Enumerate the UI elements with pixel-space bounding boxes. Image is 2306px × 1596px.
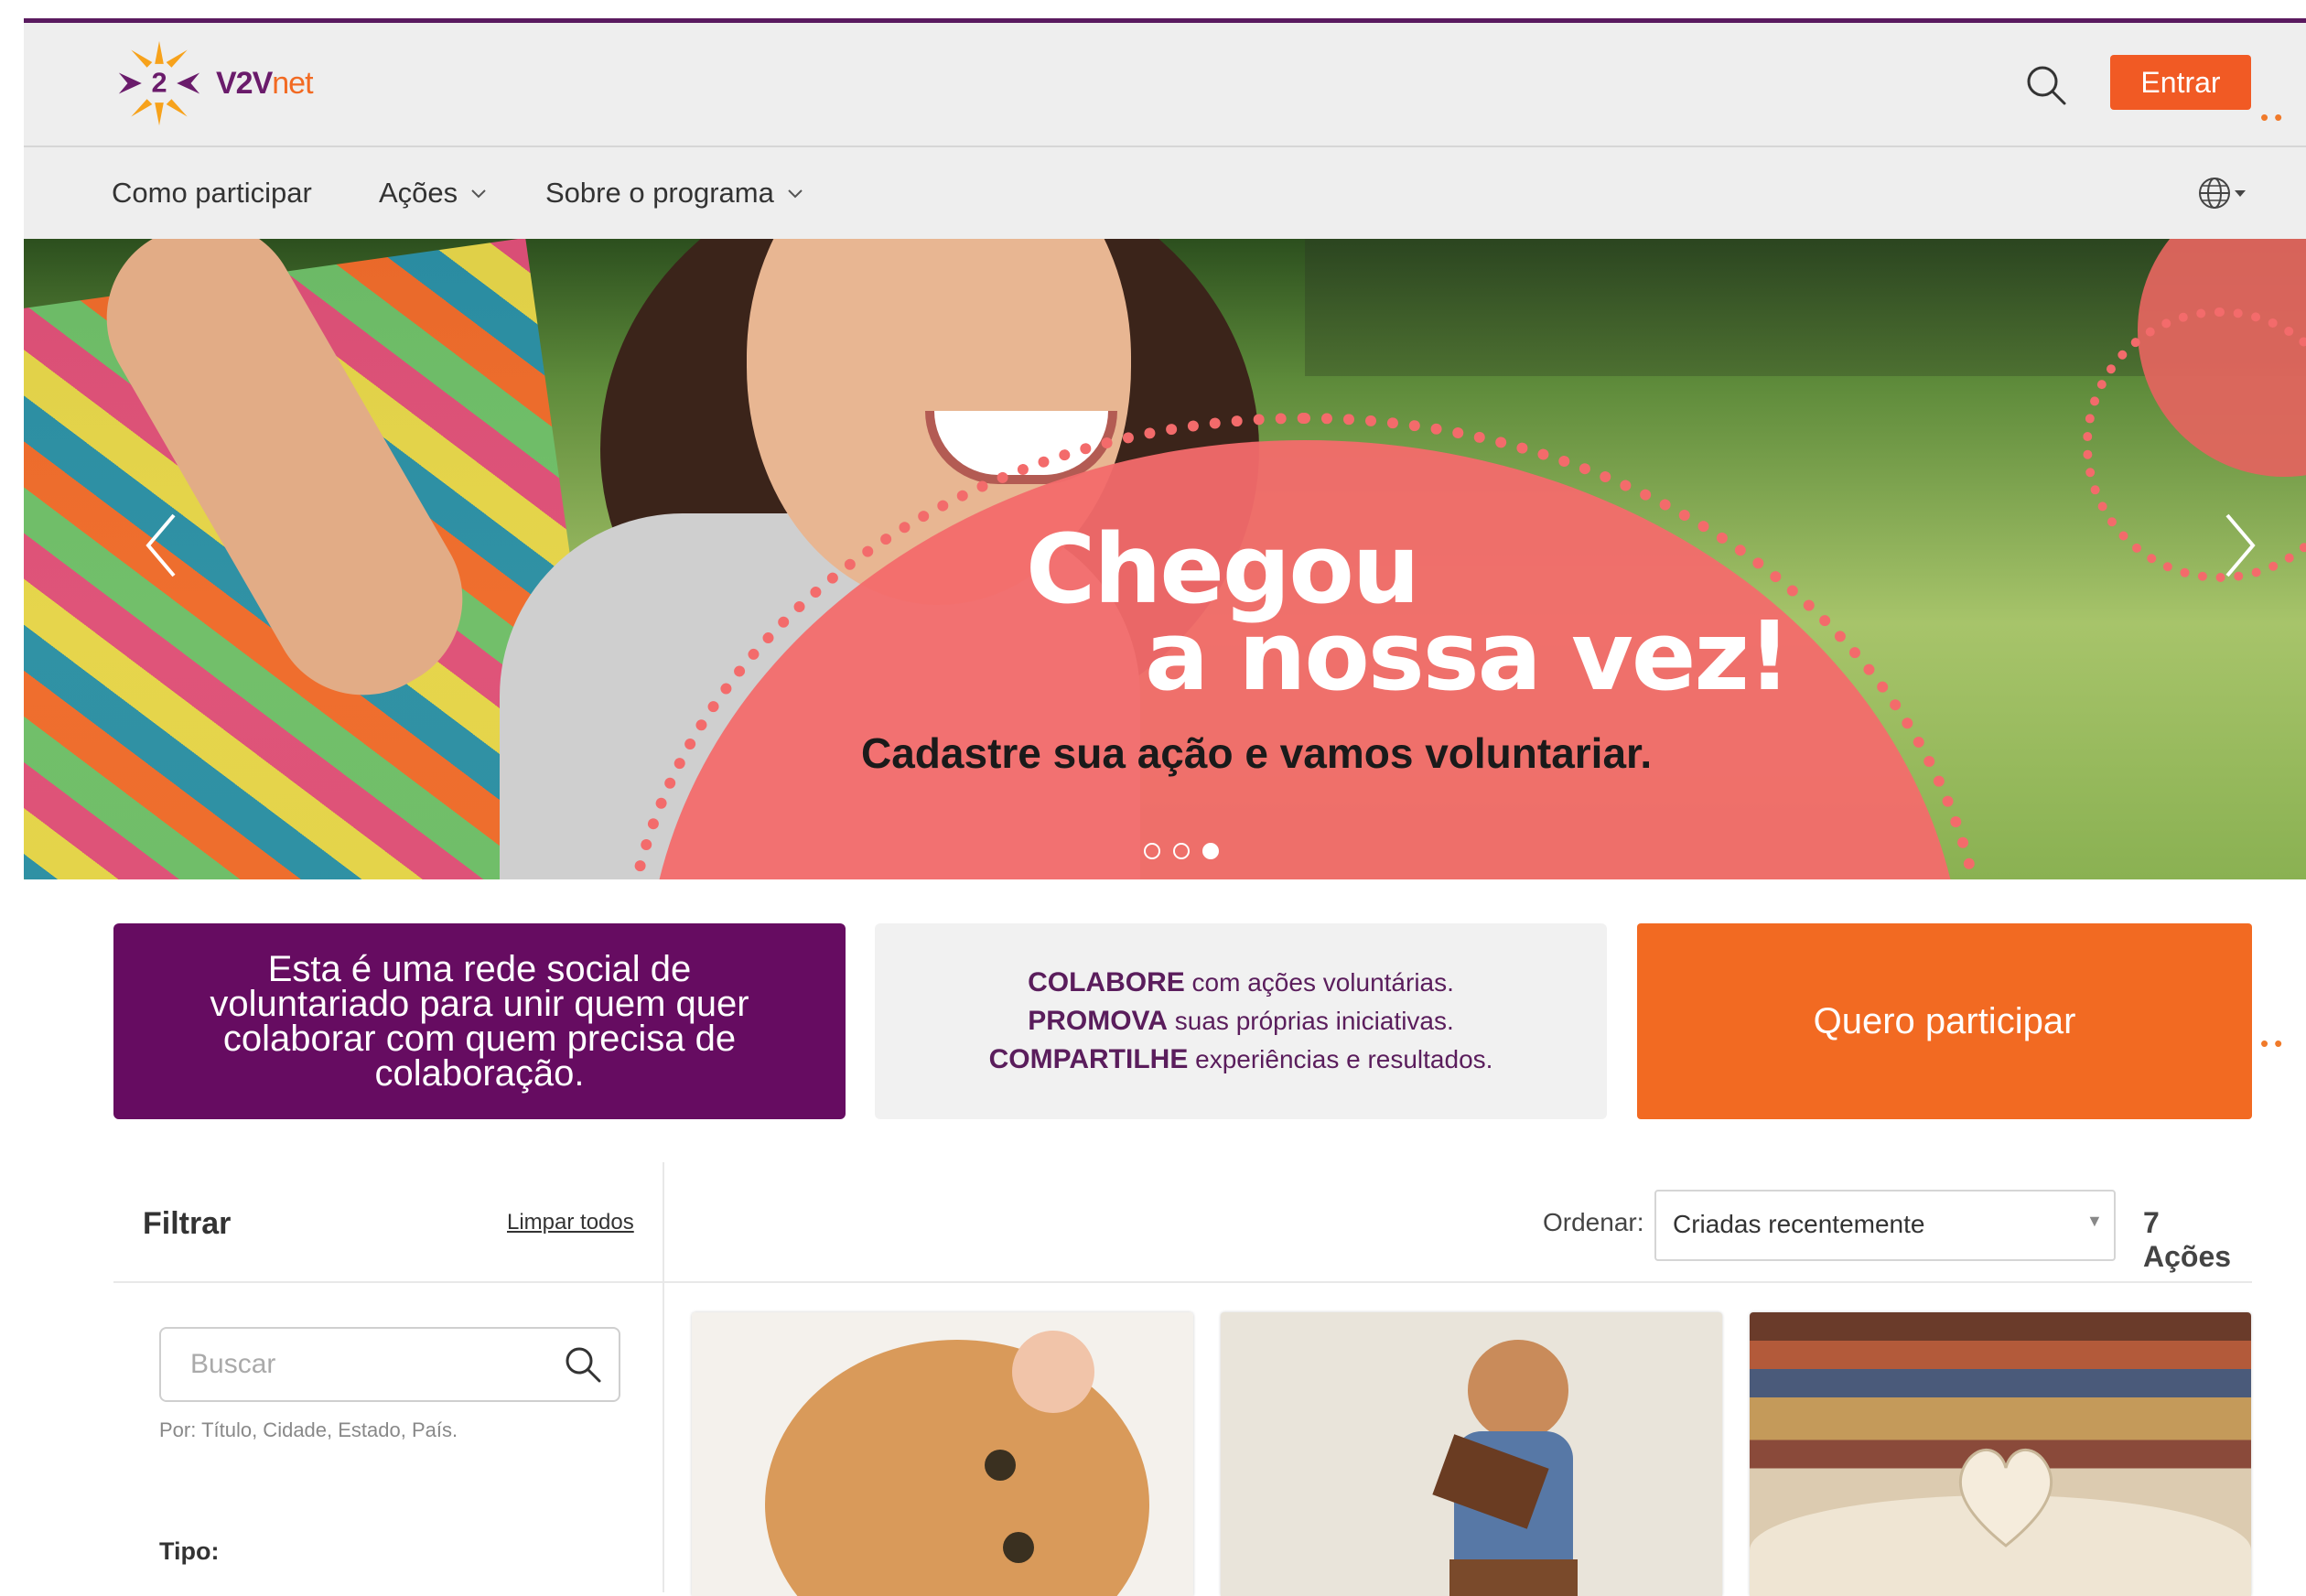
nav-item-como-participar[interactable]: Como participar [112, 177, 312, 210]
sort-bar: Ordenar: Criadas recentemente ▼ 7 Ações [664, 1162, 2252, 1283]
caret-down-icon [2235, 190, 2246, 197]
header: 2 V2Vnet Entrar •• [24, 23, 2306, 147]
action-card-image[interactable] [1750, 1312, 2251, 1596]
features-card: COLABORE com ações voluntárias. PROMOVA … [875, 923, 1607, 1119]
feature-keyword: PROMOVA [1028, 1006, 1168, 1036]
nav-item-sobre-o-programa[interactable]: Sobre o programa [545, 177, 803, 210]
caret-down-icon: ▼ [2086, 1212, 2103, 1230]
filter-type-label: Tipo: [159, 1537, 220, 1565]
results-count: 7 Ações [2143, 1206, 2232, 1273]
carousel-dot[interactable] [1173, 843, 1190, 859]
filter-title: Filtrar [143, 1206, 232, 1241]
feature-line: COLABORE com ações voluntárias. [1028, 967, 1454, 998]
intro-card: Esta é uma rede social de voluntariado p… [113, 923, 846, 1119]
decorative-dots: •• [2260, 103, 2289, 131]
feature-text: experiências e resultados. [1188, 1045, 1493, 1073]
svg-text:2: 2 [151, 67, 167, 99]
carousel-prev-button[interactable] [135, 504, 190, 587]
page: 2 V2Vnet Entrar •• Como participar Ações… [24, 0, 2306, 1596]
sort-selected-value: Criadas recentemente [1673, 1210, 1925, 1238]
filter-search-button[interactable] [560, 1342, 606, 1387]
logo-text: V2Vnet [216, 65, 314, 101]
hero-subtitle: Cadastre sua ação e vamos voluntariar. [861, 729, 1653, 777]
clear-all-filters-link[interactable]: Limpar todos [507, 1210, 634, 1235]
login-button[interactable]: Entrar [2110, 55, 2251, 110]
girl-head [1468, 1340, 1568, 1440]
search-icon [566, 1347, 601, 1383]
sort-label: Ordenar: [1543, 1208, 1644, 1236]
carousel-dot[interactable] [1144, 843, 1160, 859]
chevron-right-icon [2225, 513, 2256, 577]
filter-search-box [159, 1327, 620, 1402]
hero-carousel: Chegou a nossa vez! Cadastre sua ação e … [24, 239, 2306, 879]
chevron-down-icon [788, 189, 803, 199]
search-icon [2027, 66, 2066, 105]
filter-search-input[interactable] [189, 1345, 540, 1384]
chevron-left-icon [145, 513, 176, 577]
feature-text: suas próprias iniciativas. [1167, 1007, 1454, 1035]
globe-icon [2199, 178, 2230, 209]
action-card-image[interactable] [1221, 1312, 1722, 1596]
feature-keyword: COMPARTILHE [988, 1044, 1189, 1074]
logo-sun-icon: 2 [118, 40, 200, 126]
nav-item-label: Ações [379, 177, 458, 209]
language-selector[interactable] [2196, 175, 2247, 211]
decorative-dots: •• [2260, 1030, 2289, 1057]
heart-icon [1958, 1449, 2053, 1547]
kitten-eye [985, 1450, 1016, 1481]
logo[interactable]: 2 V2Vnet [115, 39, 314, 127]
feature-keyword: COLABORE [1028, 967, 1185, 998]
action-card-image[interactable] [692, 1312, 1193, 1596]
carousel-dot-active[interactable] [1202, 843, 1219, 859]
carousel-next-button[interactable] [2211, 504, 2266, 587]
feature-text: com ações voluntárias. [1184, 968, 1454, 997]
nav-item-label: Como participar [112, 177, 312, 209]
main-nav: Como participar Ações Sobre o programa [24, 147, 2306, 239]
intro-text: Esta é uma rede social de voluntariado p… [210, 949, 749, 1094]
feature-line: PROMOVA suas próprias iniciativas. [1028, 1006, 1454, 1037]
book-stack [1449, 1559, 1578, 1596]
search-hint: Por: Título, Cidade, Estado, País. [159, 1418, 458, 1441]
kitten-paw [1012, 1331, 1094, 1413]
filter-panel: Filtrar Limpar todos Por: Título, Cidade… [113, 1162, 664, 1592]
sort-select[interactable]: Criadas recentemente ▼ [1654, 1190, 2116, 1261]
logo-suffix: net [272, 65, 313, 101]
feature-line: COMPARTILHE experiências e resultados. [989, 1044, 1493, 1075]
divider [113, 1281, 663, 1283]
join-button[interactable]: Quero participar [1637, 923, 2252, 1119]
chevron-down-icon [471, 189, 486, 199]
header-search-button[interactable] [2019, 58, 2074, 113]
kitten-eye [1003, 1532, 1034, 1563]
carousel-indicators [1144, 843, 1219, 859]
hero-title-line2: a nossa vez! [1145, 600, 1791, 712]
nav-item-acoes[interactable]: Ações [379, 177, 487, 210]
nav-item-label: Sobre o programa [545, 177, 774, 209]
